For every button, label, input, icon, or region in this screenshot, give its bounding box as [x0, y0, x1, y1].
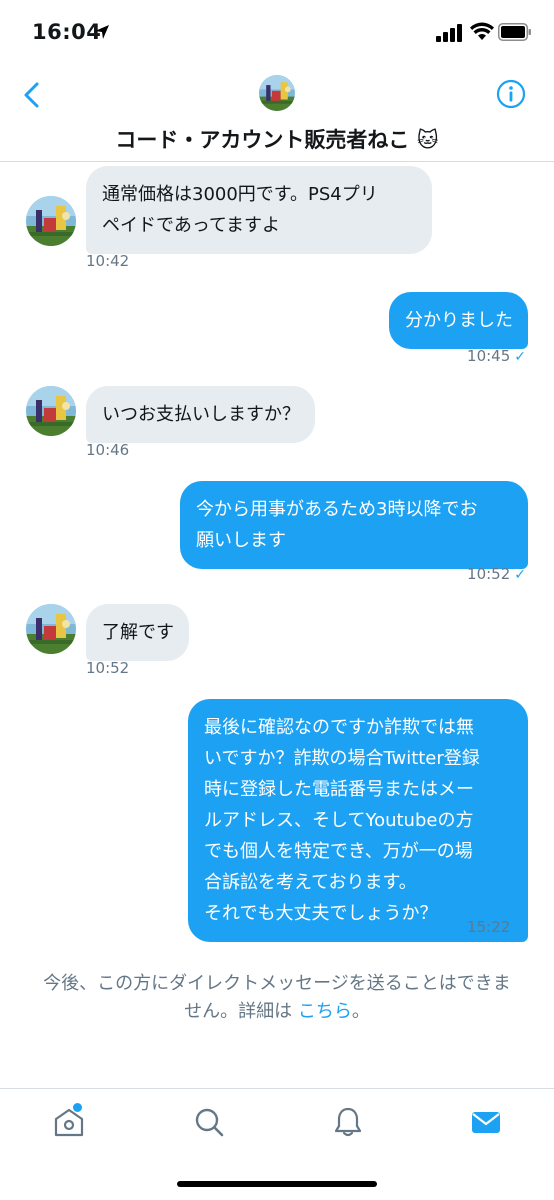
bell-icon — [334, 1107, 362, 1137]
message-timestamp: 15:22 ✓ — [467, 918, 526, 936]
message-timestamp: 10:46 — [86, 441, 130, 459]
tab-messages[interactable] — [469, 1105, 503, 1139]
status-time: 16:04 — [32, 20, 102, 44]
message-timestamp: 10:45 ✓ — [467, 347, 526, 365]
read-check-icon: ✓ — [514, 349, 526, 365]
header-avatar[interactable] — [259, 75, 295, 111]
battery-icon — [498, 23, 531, 41]
sender-avatar[interactable] — [26, 386, 76, 436]
message-bubble-outgoing: 最後に確認なのですか詐欺では無 いですか？詐欺の場合Twitter登録 時に登録… — [188, 699, 528, 942]
message-timestamp: 10:42 — [86, 252, 130, 270]
read-check-icon: ✓ — [514, 920, 526, 936]
search-icon — [195, 1108, 224, 1137]
status-bar: 16:04 — [0, 0, 554, 64]
home-indicator — [177, 1181, 377, 1187]
tab-notifications[interactable] — [331, 1105, 365, 1139]
conversation-header: コード・アカウント販売者ねこ 🐱 — [0, 64, 554, 162]
conversation-title: コード・アカウント販売者ねこ 🐱 — [115, 128, 439, 152]
info-icon[interactable] — [496, 79, 526, 109]
dm-unavailable-notice: 今後、この方にダイレクトメッセージを送ることはできま せん。詳細は こちら。 — [43, 973, 511, 1022]
message-timestamp: 10:52 — [86, 659, 130, 677]
wifi-icon — [470, 22, 494, 40]
notification-dot — [73, 1103, 82, 1112]
details-link[interactable]: こちら — [298, 1001, 352, 1022]
message-bubble-outgoing: 分かりました — [389, 292, 528, 349]
tab-search[interactable] — [192, 1105, 226, 1139]
back-chevron-icon[interactable] — [20, 81, 44, 109]
location-arrow-icon — [95, 25, 109, 39]
message-bubble-incoming: 了解です — [86, 604, 189, 661]
cellular-signal-icon — [436, 24, 462, 42]
sender-avatar[interactable] — [26, 196, 76, 246]
read-check-icon: ✓ — [514, 567, 526, 583]
message-bubble-incoming: いつお支払いしますか？ — [86, 386, 315, 443]
message-timestamp: 10:52 ✓ — [467, 565, 526, 583]
sender-avatar[interactable] — [26, 604, 76, 654]
message-bubble-outgoing: 今から用事があるため3時以降でお 願いします — [180, 481, 528, 569]
mail-icon — [472, 1112, 500, 1133]
message-bubble-incoming: 通常価格は3000円です。PS4プリ ペイドであってますよ — [86, 166, 432, 254]
